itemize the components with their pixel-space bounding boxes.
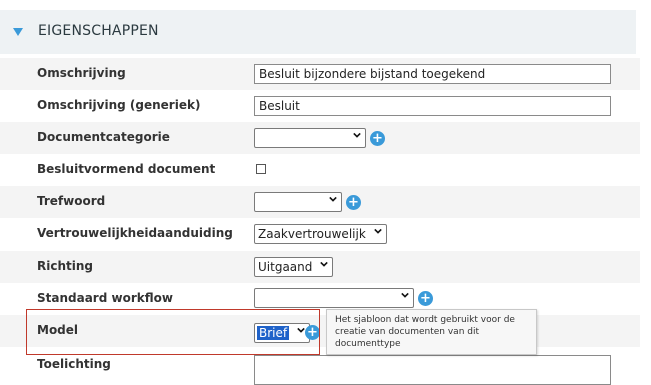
label-omschrijving-generiek: Omschrijving (generiek): [37, 98, 201, 112]
section-title: EIGENSCHAPPEN: [38, 23, 159, 39]
label-richting: Richting: [37, 259, 93, 273]
richting-value: Uitgaand: [258, 260, 313, 274]
label-besluitvormend: Besluitvormend document: [37, 162, 216, 176]
label-vertrouwelijkheid: Vertrouwelijkheidaanduiding: [37, 226, 233, 240]
row-trefwoord: Trefwoord +: [0, 186, 640, 218]
row-vertrouwelijkheid: Vertrouwelijkheidaanduiding Zaakvertrouw…: [0, 218, 640, 250]
documentcategorie-select[interactable]: [254, 128, 366, 148]
section-header[interactable]: EIGENSCHAPPEN: [0, 10, 636, 54]
label-standaard-workflow: Standaard workflow: [37, 291, 173, 305]
chevron-down-icon: [373, 228, 382, 234]
chevron-down-icon: [320, 261, 329, 267]
row-richting: Richting Uitgaand: [0, 251, 640, 283]
label-omschrijving: Omschrijving: [37, 66, 126, 80]
row-besluitvormend: Besluitvormend document: [0, 154, 640, 186]
chevron-down-icon: [329, 196, 337, 202]
label-toelichting: Toelichting: [37, 357, 111, 371]
richting-select[interactable]: Uitgaand: [254, 257, 334, 277]
toelichting-textarea[interactable]: [254, 355, 611, 385]
row-toelichting: Toelichting: [0, 352, 640, 385]
chevron-down-icon: [353, 132, 361, 138]
label-trefwoord: Trefwoord: [37, 194, 106, 208]
model-highlight-box: [26, 309, 320, 355]
chevron-down-icon: [401, 292, 409, 298]
vertrouwelijkheid-value: Zaakvertrouwelijk: [258, 227, 366, 241]
row-documentcategorie: Documentcategorie +: [0, 122, 640, 154]
vertrouwelijkheid-select[interactable]: Zaakvertrouwelijk: [254, 224, 387, 244]
add-documentcategorie-icon[interactable]: +: [370, 131, 385, 146]
trefwoord-select[interactable]: [254, 192, 342, 212]
row-omschrijving-generiek: Omschrijving (generiek) Besluit: [0, 90, 640, 122]
omschrijving-input[interactable]: Besluit bijzondere bijstand toegekend: [254, 64, 611, 84]
add-workflow-icon[interactable]: +: [418, 291, 433, 306]
model-tooltip: Het sjabloon dat wordt gebruikt voor de …: [326, 309, 537, 355]
add-trefwoord-icon[interactable]: +: [346, 195, 361, 210]
label-documentcategorie: Documentcategorie: [37, 130, 170, 144]
standaard-workflow-select[interactable]: [254, 288, 414, 308]
row-omschrijving: Omschrijving Besluit bijzondere bijstand…: [0, 58, 640, 90]
collapse-arrow-icon[interactable]: [13, 28, 23, 36]
besluitvormend-checkbox[interactable]: [256, 164, 266, 174]
omschrijving-generiek-input[interactable]: Besluit: [254, 96, 611, 116]
